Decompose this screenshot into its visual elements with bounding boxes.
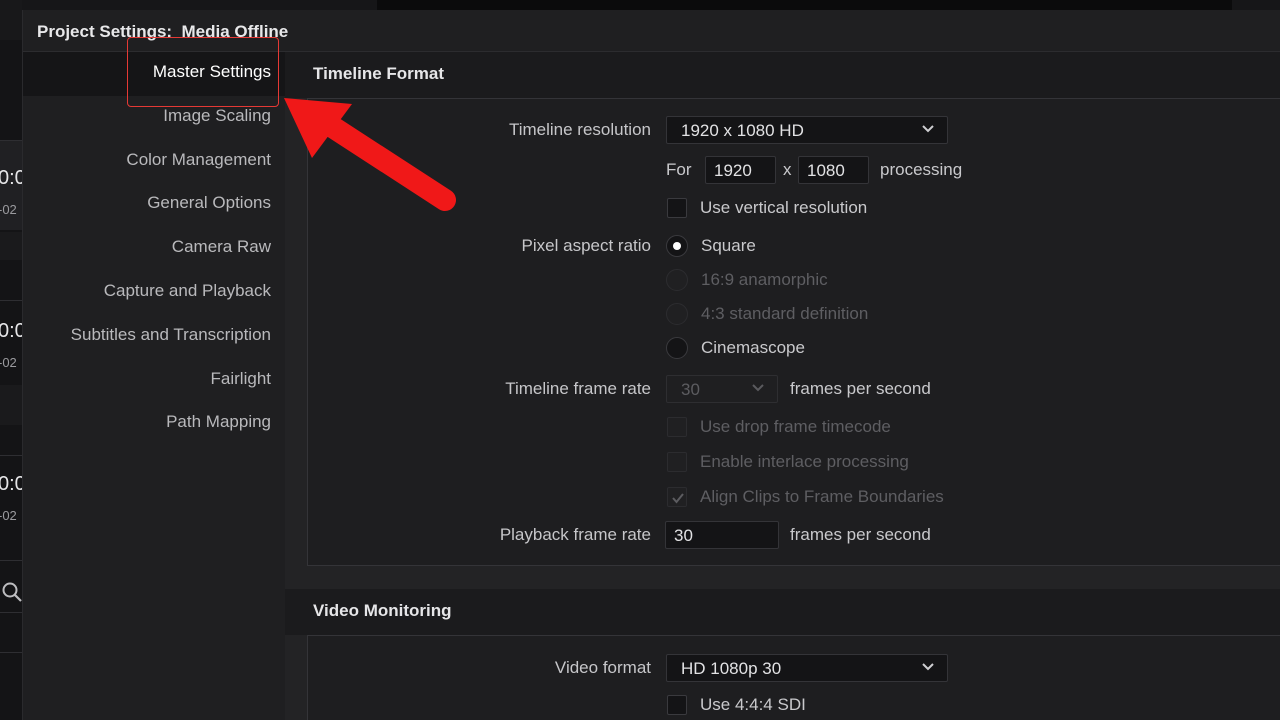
sidebar-item-general-options[interactable]: General Options: [147, 193, 271, 213]
resolution-width-input[interactable]: 1920: [705, 156, 776, 184]
section-header: Video Monitoring: [285, 589, 1280, 635]
chevron-down-icon: [751, 380, 765, 396]
vertical-resolution-checkbox[interactable]: [667, 198, 687, 218]
sidebar-item-subtitles-and-transcription[interactable]: Subtitles and Transcription: [71, 325, 271, 345]
timeline-fps-label: frames per second: [790, 379, 931, 398]
timeline-frame-rate-label: Timeline frame rate: [505, 379, 651, 398]
sidebar-item-fairlight[interactable]: Fairlight: [211, 369, 271, 389]
video-monitoring-panel: Video format HD 1080p 30 Use 4:4:4 SDI: [307, 635, 1280, 720]
playback-frame-rate-label: Playback frame rate: [499, 525, 651, 544]
search-icon[interactable]: [0, 580, 22, 602]
checkmark-icon: [672, 493, 684, 504]
background-timecode: 0:0: [0, 167, 22, 189]
background-timecode: 0:0: [0, 473, 22, 495]
section-header: Timeline Format: [285, 52, 1280, 98]
section-title-video-monitoring: Video Monitoring: [313, 601, 452, 620]
section-title-timeline-format: Timeline Format: [313, 64, 444, 83]
for-label: For: [666, 160, 692, 179]
aspect-square-label: Square: [701, 236, 756, 255]
processing-label: processing: [880, 160, 963, 179]
sidebar-item-path-mapping[interactable]: Path Mapping: [166, 412, 271, 432]
background-timecode-sub: -02: [0, 508, 17, 523]
aspect-square-radio[interactable]: [666, 235, 688, 257]
timeline-resolution-label: Timeline resolution: [508, 120, 651, 139]
background-top-bar: [22, 0, 1280, 10]
sidebar-item-color-management[interactable]: Color Management: [126, 150, 271, 170]
project-settings-dialog: Project Settings: Media Offline Master S…: [22, 10, 1280, 720]
aspect-sd-label: 4:3 standard definition: [701, 304, 869, 323]
pixel-aspect-ratio-label: Pixel aspect ratio: [521, 236, 651, 255]
video-format-select[interactable]: HD 1080p 30: [666, 654, 948, 682]
background-app-panel: 0:0 -02 0:0 -02 0:0 -02: [0, 0, 22, 720]
video-format-value: HD 1080p 30: [681, 659, 782, 678]
sidebar-item-image-scaling[interactable]: Image Scaling: [163, 106, 271, 126]
settings-content: Timeline Format Timeline resolution 1920…: [285, 52, 1280, 720]
sidebar-item-capture-and-playback[interactable]: Capture and Playback: [104, 281, 271, 301]
interlace-checkbox: [667, 452, 687, 472]
sidebar-item-camera-raw[interactable]: Camera Raw: [172, 237, 271, 257]
chevron-down-icon: [921, 121, 935, 137]
background-timecode: 0:0: [0, 320, 22, 342]
dialog-title: Project Settings: Media Offline: [37, 22, 289, 41]
interlace-label: Enable interlace processing: [700, 452, 909, 471]
aspect-cinemascope-radio[interactable]: [666, 337, 688, 359]
aspect-sd-radio: [666, 303, 688, 325]
background-timecode-sub: -02: [0, 202, 17, 217]
timeline-frame-rate-value: 30: [681, 380, 700, 399]
playback-fps-label: frames per second: [790, 525, 931, 544]
drop-frame-checkbox: [667, 417, 687, 437]
use-444-sdi-checkbox[interactable]: [667, 695, 687, 715]
use-444-sdi-label: Use 4:4:4 SDI: [700, 695, 806, 714]
resolution-height-input[interactable]: 1080: [798, 156, 869, 184]
sidebar-item-master-settings[interactable]: Master Settings: [153, 62, 271, 82]
aspect-cinemascope-label: Cinemascope: [701, 338, 805, 357]
background-timecode-sub: -02: [0, 355, 17, 370]
timeline-resolution-value: 1920 x 1080 HD: [681, 121, 804, 140]
settings-sidebar: Master Settings Image Scaling Color Mana…: [23, 52, 285, 472]
aspect-anamorphic-label: 16:9 anamorphic: [701, 270, 828, 289]
aspect-anamorphic-radio: [666, 269, 688, 291]
timeline-format-panel: Timeline resolution 1920 x 1080 HD For 1…: [307, 98, 1280, 566]
timeline-frame-rate-select: 30: [666, 375, 778, 403]
drop-frame-label: Use drop frame timecode: [700, 417, 891, 436]
align-clips-checkbox: [667, 487, 687, 507]
vertical-resolution-label: Use vertical resolution: [700, 198, 868, 217]
align-clips-label: Align Clips to Frame Boundaries: [700, 487, 944, 506]
video-format-label: Video format: [554, 658, 651, 677]
chevron-down-icon: [921, 659, 935, 675]
playback-frame-rate-input[interactable]: 30: [665, 521, 779, 549]
timeline-resolution-select[interactable]: 1920 x 1080 HD: [666, 116, 948, 144]
x-label: x: [783, 160, 792, 179]
